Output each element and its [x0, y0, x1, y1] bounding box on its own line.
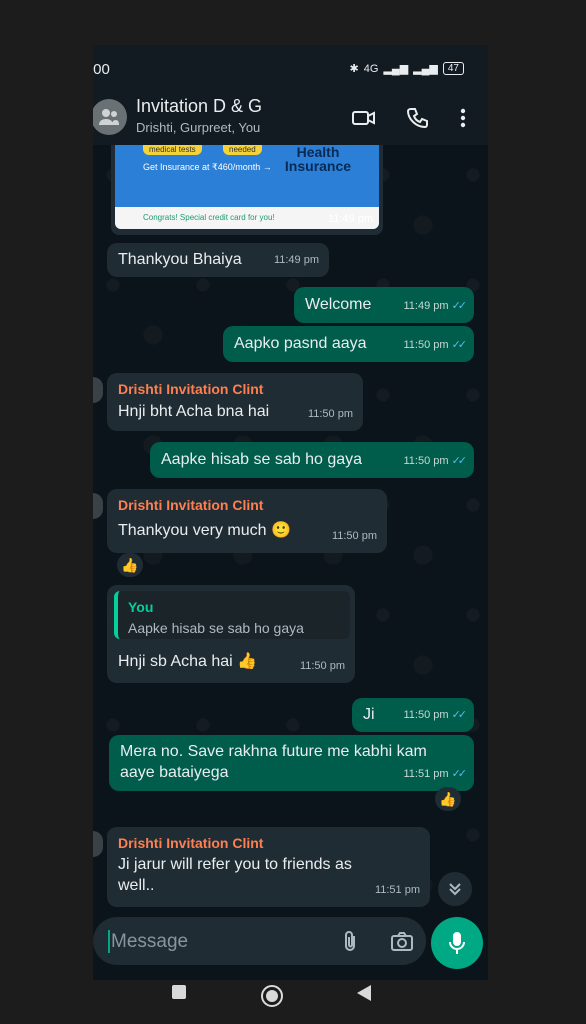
message-text: Aapko pasnd aaya	[234, 335, 367, 352]
status-icons: ✱ 4G ▂▄▆ ▂▄▆ 47	[350, 62, 464, 75]
message-text: Aapke hisab se sab ho gaya	[161, 451, 363, 468]
banner-tag: needed	[223, 145, 262, 155]
network-label: 4G	[363, 62, 379, 75]
message-text: Thankyou very much 🙂	[118, 522, 291, 539]
message-text: Hnji sb Acha hai 👍	[118, 653, 258, 670]
group-members: Drishti, Gurpreet, You	[136, 120, 261, 135]
home-circle-icon	[261, 985, 283, 1007]
message-meta: 11:50 pm ✓✓	[403, 705, 468, 726]
banner-cta: Get Insurance at ₹460/month →	[143, 162, 272, 172]
home-button[interactable]	[260, 984, 284, 1008]
banner-promo-text: Congrats! Special credit card for you!	[143, 213, 275, 222]
group-avatar-icon[interactable]	[93, 99, 127, 135]
attach-icon[interactable]	[338, 929, 362, 953]
chat-header[interactable]: Invitation D & G Drishti, Gurpreet, You	[93, 93, 488, 145]
battery-icon: 47	[442, 62, 464, 75]
message-outgoing[interactable]: Aapke hisab se sab ho gaya 11:50 pm ✓✓	[150, 442, 474, 478]
message-input[interactable]	[109, 927, 313, 957]
phone-screen: :00 ✱ 4G ▂▄▆ ▂▄▆ 47 Invitation D & G Dri…	[93, 45, 488, 980]
voice-message-button[interactable]	[431, 917, 483, 969]
double-chevron-down-icon	[449, 883, 461, 896]
sender-avatar[interactable]	[93, 377, 103, 403]
status-time: :00	[93, 61, 110, 78]
read-ticks-icon: ✓✓	[451, 455, 468, 467]
message-text: Thankyou Bhaiya	[118, 251, 242, 268]
sender-avatar[interactable]	[93, 493, 103, 519]
message-time: 11:50 pm	[331, 530, 377, 542]
message-text: Ji jarur will refer you to friends as we…	[118, 856, 352, 894]
sender-name[interactable]: Drishti Invitation Clint	[118, 379, 263, 400]
scroll-to-bottom-button[interactable]	[438, 872, 472, 906]
back-triangle-icon	[357, 985, 371, 1001]
message-composer[interactable]	[93, 917, 426, 965]
sender-avatar[interactable]	[93, 831, 103, 857]
reaction-badge[interactable]: 👍	[435, 787, 461, 811]
reaction-badge[interactable]: 👍	[117, 553, 143, 577]
message-time: 11:51 pm	[403, 768, 449, 780]
status-bar: :00 ✱ 4G ▂▄▆ ▂▄▆ 47	[93, 45, 488, 93]
message-meta: 11:50 pm ✓✓	[403, 451, 468, 472]
message-incoming[interactable]: Drishti Invitation Clint Hnji bht Acha b…	[107, 373, 363, 431]
message-text: Ji	[363, 706, 375, 723]
microphone-icon	[449, 932, 465, 954]
camera-icon[interactable]	[390, 929, 414, 953]
message-text: Hnji bht Acha bna hai	[118, 403, 270, 420]
message-time: 11:50 pm	[307, 408, 353, 420]
banner-headline: Health Insurance	[284, 145, 352, 174]
message-incoming[interactable]: Drishti Invitation Clint Ji jarur will r…	[107, 827, 430, 907]
more-options-icon[interactable]	[450, 105, 476, 131]
message-incoming[interactable]: Drishti Invitation Clint Thankyou very m…	[107, 489, 387, 553]
signal-icon: ▂▄▆	[383, 63, 409, 75]
message-meta: 11:51 pm ✓✓	[403, 764, 468, 785]
read-ticks-icon: ✓✓	[451, 339, 468, 351]
back-button[interactable]	[356, 984, 372, 1002]
message-outgoing[interactable]: Aapko pasnd aaya 11:50 pm ✓✓	[223, 326, 474, 362]
read-ticks-icon: ✓✓	[451, 300, 468, 312]
message-meta: 11:50 pm ✓✓	[403, 335, 468, 356]
message-time: 11:50 pm	[403, 455, 449, 467]
recents-button[interactable]	[171, 984, 187, 1000]
message-time: 11:49 pm	[327, 213, 373, 225]
message-incoming[interactable]: You Aapke hisab se sab ho gaya Hnji sb A…	[107, 585, 355, 683]
message-text: Welcome	[305, 296, 372, 313]
message-meta: 11:49 pm ✓✓	[403, 296, 468, 317]
image-message[interactable]: medical tests needed Get Insurance at ₹4…	[111, 145, 383, 235]
square-icon	[172, 985, 186, 999]
message-time: 11:50 pm	[299, 660, 345, 672]
message-time: 11:51 pm	[374, 884, 420, 896]
read-ticks-icon: ✓✓	[451, 709, 468, 721]
message-time: 11:50 pm	[403, 709, 449, 721]
message-outgoing[interactable]: Welcome 11:49 pm ✓✓	[294, 287, 474, 323]
message-outgoing[interactable]: Mera no. Save rakhna future me kabhi kam…	[109, 735, 474, 791]
quote-author: You	[128, 599, 154, 615]
quoted-message[interactable]: You Aapke hisab se sab ho gaya	[114, 591, 350, 639]
video-call-icon[interactable]	[351, 105, 377, 131]
signal-icon-2: ▂▄▆	[413, 63, 438, 75]
group-title[interactable]: Invitation D & G	[136, 96, 262, 117]
voice-call-icon[interactable]	[404, 105, 430, 131]
system-nav-bar	[0, 970, 586, 1024]
chat-area[interactable]: medical tests needed Get Insurance at ₹4…	[93, 145, 488, 915]
message-incoming[interactable]: Thankyou Bhaiya 11:49 pm	[107, 243, 329, 277]
read-ticks-icon: ✓✓	[451, 768, 468, 780]
message-time: 11:50 pm	[403, 339, 449, 351]
message-outgoing[interactable]: Ji 11:50 pm ✓✓	[352, 698, 474, 732]
quote-text: Aapke hisab se sab ho gaya	[128, 620, 304, 636]
banner-tag: medical tests	[143, 145, 202, 155]
sender-name[interactable]: Drishti Invitation Clint	[118, 833, 263, 854]
sender-name[interactable]: Drishti Invitation Clint	[118, 495, 263, 516]
message-time: 11:49 pm	[273, 254, 319, 266]
message-time: 11:49 pm	[403, 300, 449, 312]
bluetooth-icon: ✱	[349, 63, 359, 75]
